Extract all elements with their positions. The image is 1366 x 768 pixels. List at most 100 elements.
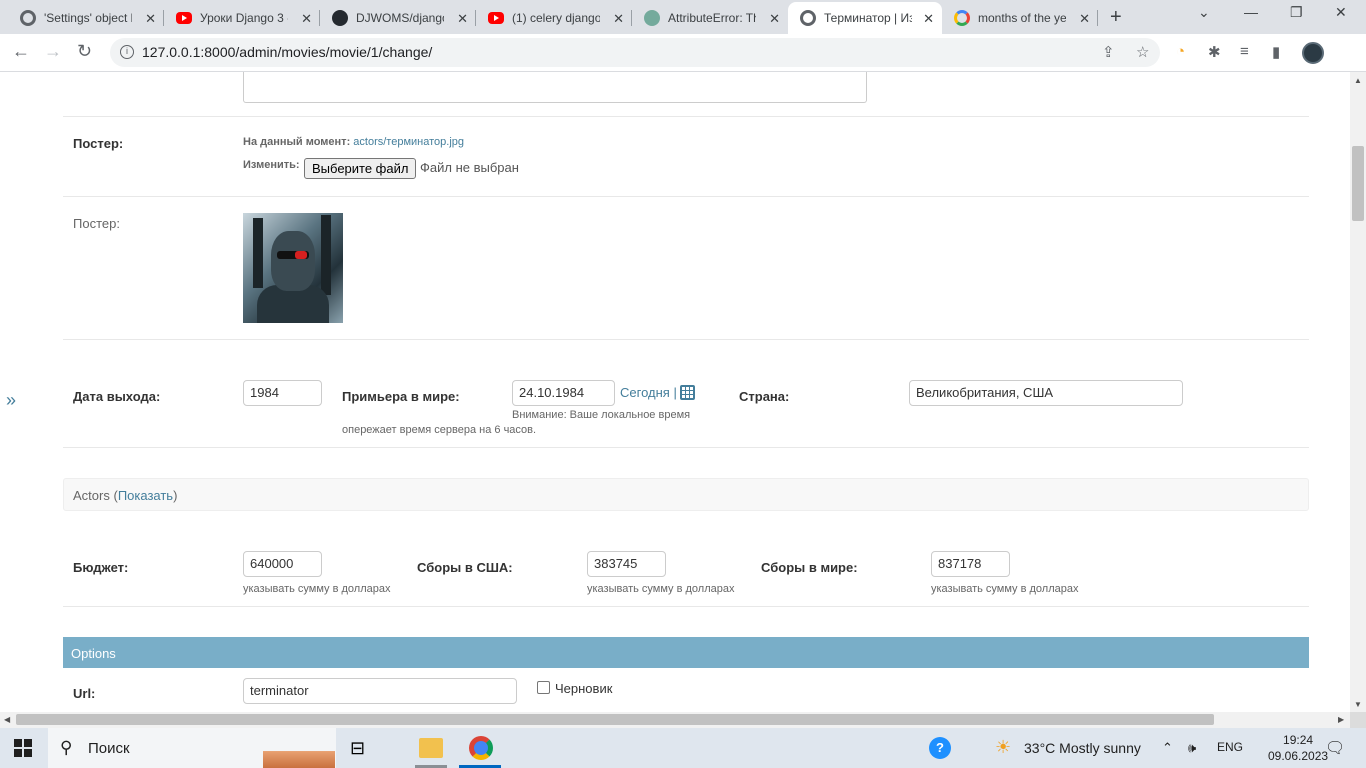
close-icon[interactable]: ✕ <box>145 11 156 27</box>
horizontal-scrollbar[interactable]: ◀ ▶ <box>0 712 1350 728</box>
close-icon[interactable]: ✕ <box>923 11 934 27</box>
poster-image <box>243 213 343 323</box>
search-highlight-balloons-image <box>263 730 335 768</box>
tab-months-of-year[interactable]: months of the ye ✕ <box>942 2 1098 34</box>
tab-separator <box>1097 10 1098 26</box>
taskbar-search-box[interactable]: ⚲ Поиск <box>48 728 336 768</box>
scroll-down-arrow-icon[interactable]: ▼ <box>1354 700 1362 709</box>
tab-celery-django[interactable]: (1) celery django ✕ <box>476 2 632 34</box>
url-text[interactable]: 127.0.0.1:8000/admin/movies/movie/1/chan… <box>142 44 432 60</box>
world-gross-input[interactable]: 837178 <box>931 551 1010 577</box>
media-queue-icon[interactable]: ≡ <box>1240 43 1249 60</box>
today-separator: | <box>673 385 677 400</box>
globe-icon <box>20 10 36 26</box>
back-arrow-icon[interactable]: ← <box>12 41 30 62</box>
taskbar-clock[interactable]: 19:24 09.06.2023 <box>1268 732 1328 764</box>
taskbar-search-placeholder[interactable]: Поиск <box>88 740 130 757</box>
browser-toolbar: ← → ↻ i 127.0.0.1:8000/admin/movies/movi… <box>0 34 1366 72</box>
profile-avatar[interactable] <box>1302 42 1324 64</box>
help-icon[interactable]: ? <box>929 737 951 759</box>
github-icon <box>332 10 348 26</box>
choose-file-button[interactable]: Выберите файл <box>304 158 417 179</box>
language-indicator[interactable]: ENG <box>1217 740 1243 754</box>
budget-input[interactable]: 640000 <box>243 551 322 577</box>
weather-text[interactable]: 33°C Mostly sunny <box>1024 740 1141 756</box>
tab-search-chevron-icon[interactable]: ⌄ <box>1198 4 1210 21</box>
rss-extension-icon[interactable]: ◔ <box>1176 43 1185 60</box>
vertical-scroll-thumb[interactable] <box>1352 146 1364 221</box>
youtube-icon <box>488 12 504 24</box>
current-file-row: На данный момент: actors/терминатор.jpg <box>243 136 464 148</box>
new-tab-plus-icon[interactable]: + <box>1110 6 1122 29</box>
youtube-icon <box>176 12 192 24</box>
extensions-puzzle-icon[interactable]: ✱ <box>1208 43 1221 61</box>
actors-show-link[interactable]: Показать <box>118 488 173 503</box>
change-file-label: Изменить: <box>243 159 300 171</box>
chrome-icon[interactable] <box>469 736 493 760</box>
today-link[interactable]: Сегодня | <box>620 385 677 400</box>
draft-checkbox-label[interactable]: Черновик <box>555 681 612 696</box>
current-file-link[interactable]: actors/терминатор.jpg <box>353 136 464 148</box>
today-link-text[interactable]: Сегодня <box>620 385 670 400</box>
weather-sun-icon[interactable]: ☀ <box>995 737 1011 758</box>
close-window-icon[interactable]: ✕ <box>1335 4 1347 21</box>
close-icon[interactable]: ✕ <box>1079 11 1090 27</box>
restore-icon[interactable]: ❐ <box>1290 4 1303 21</box>
volume-icon[interactable]: 🕪 <box>1188 740 1196 756</box>
scroll-left-arrow-icon[interactable]: ◀ <box>4 715 10 724</box>
minimize-icon[interactable]: — <box>1244 4 1258 20</box>
poster-field-label: Постер: <box>73 136 124 151</box>
task-view-icon[interactable]: ⊟ <box>350 738 374 762</box>
row-divider <box>63 196 1309 197</box>
tab-strip: 'Settings' object h ✕ Уроки Django 3 - ✕… <box>0 0 1366 34</box>
timezone-warning-line2: опережает время сервера на 6 часов. <box>342 424 537 436</box>
close-icon[interactable]: ✕ <box>769 11 780 27</box>
tab-github-djwoms[interactable]: DJWOMS/django ✕ <box>320 2 476 34</box>
scroll-up-arrow-icon[interactable]: ▲ <box>1354 76 1362 85</box>
scrollbar-corner <box>1350 712 1366 728</box>
paren-close: ) <box>173 488 178 503</box>
calendar-icon[interactable] <box>680 385 695 400</box>
admin-change-form: » Постер: На данный момент: actors/терми… <box>0 72 1350 712</box>
tab-settings-object[interactable]: 'Settings' object h ✕ <box>8 2 164 34</box>
usa-gross-label: Сборы в США: <box>417 560 513 575</box>
vertical-scrollbar[interactable]: ▲ ▼ <box>1350 72 1366 712</box>
url-slug-input[interactable]: terminator <box>243 678 517 704</box>
draft-checkbox[interactable] <box>537 681 550 694</box>
notifications-icon[interactable]: 🗨 <box>1325 738 1345 758</box>
close-icon[interactable]: ✕ <box>457 11 468 27</box>
tab-terminator-active[interactable]: Терминатор | Из ✕ <box>788 2 942 34</box>
current-file-label: На данный момент: <box>243 136 351 148</box>
release-year-input[interactable]: 1984 <box>243 380 322 406</box>
usa-gross-input[interactable]: 383745 <box>587 551 666 577</box>
tab-title: Терминатор | Из <box>824 11 912 25</box>
actors-title-text: Actors <box>73 488 110 503</box>
usa-gross-help-text: указывать сумму в долларах <box>587 583 735 595</box>
tab-title: Уроки Django 3 - <box>200 11 288 25</box>
clock-time: 19:24 <box>1283 733 1314 747</box>
reload-icon[interactable]: ↻ <box>77 41 92 62</box>
tab-attribute-error[interactable]: AttributeError: Th ✕ <box>632 2 788 34</box>
scroll-right-arrow-icon[interactable]: ▶ <box>1338 715 1344 724</box>
row-divider <box>63 116 1309 117</box>
site-info-icon[interactable]: i <box>120 45 134 59</box>
file-explorer-icon[interactable] <box>419 738 443 758</box>
world-premiere-label: Примьера в мире: <box>342 389 460 404</box>
address-bar[interactable]: i 127.0.0.1:8000/admin/movies/movie/1/ch… <box>110 38 1160 67</box>
world-premiere-date-input[interactable]: 24.10.1984 <box>512 380 615 406</box>
world-gross-help-text: указывать сумму в долларах <box>931 583 1079 595</box>
forward-arrow-icon[interactable]: → <box>44 41 62 62</box>
horizontal-scroll-thumb[interactable] <box>16 714 1214 725</box>
tab-django-lessons[interactable]: Уроки Django 3 - ✕ <box>164 2 320 34</box>
country-input[interactable]: Великобритания, США <box>909 380 1183 406</box>
tray-overflow-chevron-icon[interactable]: ⌃ <box>1162 740 1173 756</box>
description-textarea[interactable] <box>243 72 867 103</box>
close-icon[interactable]: ✕ <box>613 11 624 27</box>
bookmark-star-icon[interactable]: ☆ <box>1136 43 1149 61</box>
side-panel-icon[interactable]: ▮ <box>1272 43 1280 61</box>
close-icon[interactable]: ✕ <box>301 11 312 27</box>
share-icon[interactable]: ⇪ <box>1102 43 1115 61</box>
windows-taskbar: ⚲ Поиск ⊟ ? ☀ 33°C Mostly sunny ⌃ 🕪 ENG … <box>0 728 1366 768</box>
sidebar-toggle[interactable]: » <box>6 390 16 411</box>
windows-start-icon[interactable] <box>14 739 32 757</box>
